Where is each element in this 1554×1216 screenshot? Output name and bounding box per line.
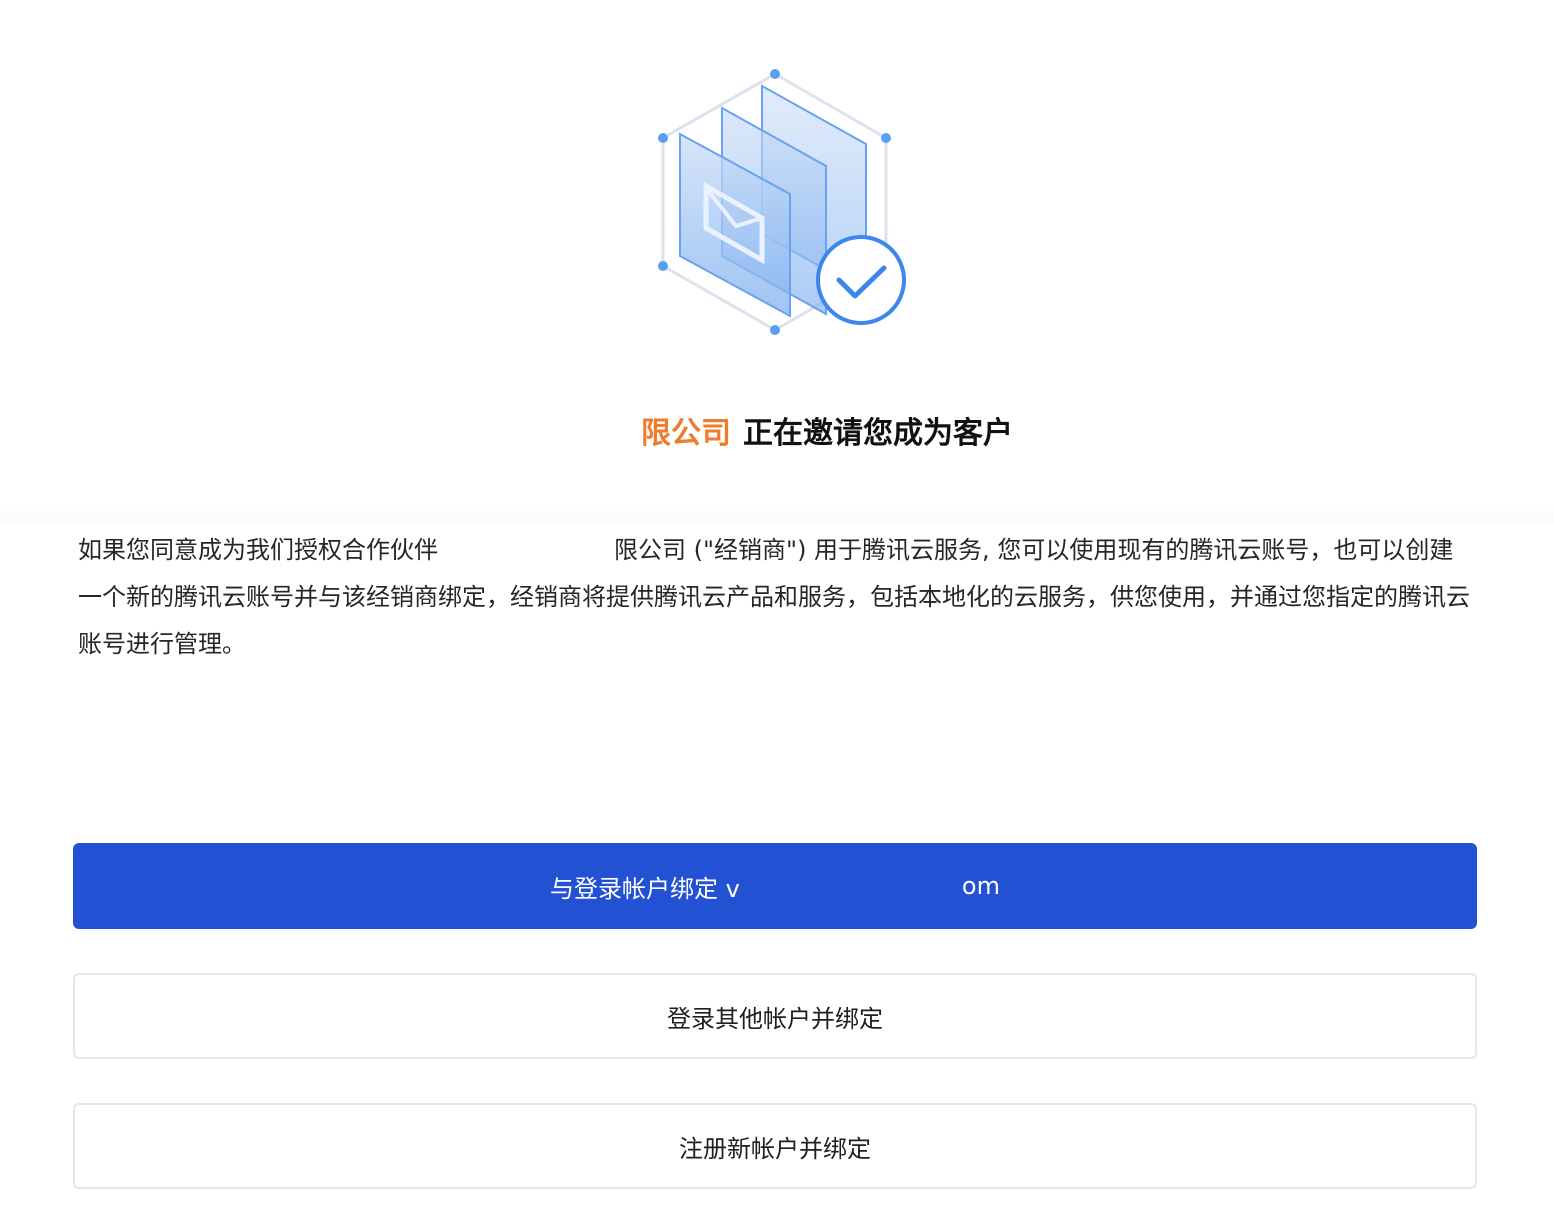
login-other-account-button[interactable]: 登录其他帐户并绑定	[73, 973, 1477, 1059]
envelope-check-icon	[658, 69, 906, 335]
invite-description: 如果您同意成为我们授权合作伙伴 限公司 ("经销商") 用于腾讯云服务, 您可以使…	[78, 527, 1476, 668]
register-new-account-label: 注册新帐户并绑定	[679, 1134, 871, 1163]
section-divider	[0, 505, 1554, 523]
description-part-1: 如果您同意成为我们授权合作伙伴	[78, 536, 438, 564]
bind-current-account-email-suffix: om	[961, 872, 1000, 900]
login-other-account-label: 登录其他帐户并绑定	[667, 1004, 883, 1033]
register-new-account-button[interactable]: 注册新帐户并绑定	[73, 1103, 1477, 1189]
invite-page: 限公司 正在邀请您成为客户 如果您同意成为我们授权合作伙伴 限公司 ("经销商") …	[0, 0, 1554, 1216]
bind-current-account-button[interactable]: 与登录帐户绑定 v om	[73, 843, 1477, 929]
invite-headline-text: 正在邀请您成为客户	[743, 416, 1013, 451]
invite-headline: 限公司 正在邀请您成为客户	[0, 408, 1554, 460]
inviting-company-name: 限公司	[641, 416, 731, 451]
bind-current-account-label: 与登录帐户绑定 v	[550, 874, 740, 903]
invite-illustration	[640, 60, 920, 350]
